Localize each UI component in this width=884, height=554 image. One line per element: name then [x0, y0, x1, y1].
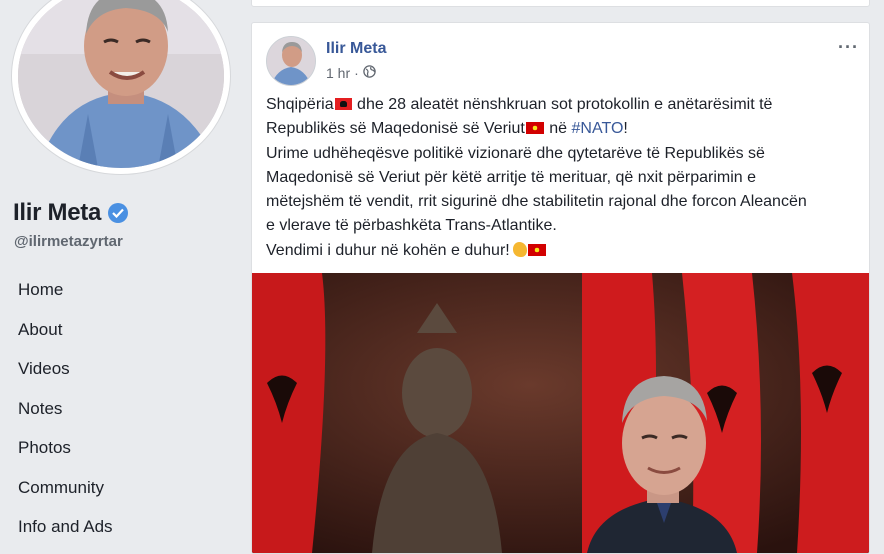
globe-icon[interactable] — [363, 65, 376, 81]
post-photo[interactable] — [252, 273, 869, 553]
clapping-hands-icon — [512, 241, 527, 257]
profile-photo — [18, 0, 224, 168]
north-macedonia-flag-icon — [525, 122, 544, 135]
albania-flag-icon — [334, 98, 352, 110]
post-line: Shqipëria dhe 28 aleatët nënshkruan sot … — [266, 96, 773, 113]
post-line: mëtejshëm të vendit, rrit sigurinë dhe s… — [266, 193, 807, 211]
post-author-name[interactable]: Ilir Meta — [326, 40, 386, 58]
meta-separator: · — [354, 65, 359, 81]
page-handle[interactable]: @ilirmetazyrtar — [14, 233, 123, 250]
nav-item-notes[interactable]: Notes — [0, 389, 242, 429]
profile-portrait-illustration — [18, 0, 224, 168]
page-name-row: Ilir Meta — [13, 199, 128, 227]
post-line: e vlerave të përbashkëta Trans-Atlantike… — [266, 217, 557, 235]
more-options-icon[interactable]: ··· — [838, 37, 859, 58]
nato-hashtag-link[interactable]: #NATO — [572, 120, 624, 137]
post-line: Republikës së Maqedonisë së Veriut në #N… — [266, 120, 628, 138]
post-text: Shqipëria dhe 28 aleatët nënshkruan sot … — [266, 93, 858, 263]
page-name[interactable]: Ilir Meta — [13, 199, 101, 227]
north-macedonia-flag-icon — [527, 243, 546, 256]
verified-badge-icon — [108, 203, 128, 223]
post-card: Ilir Meta 1 hr · ··· Shqipëria dhe 28 al… — [251, 22, 870, 554]
nav-item-home[interactable]: Home — [0, 270, 242, 310]
post-line: Maqedonisë së Veriut për këtë arritje të… — [266, 168, 757, 186]
post-line: Urime udhëheqësve politikë vizionarë dhe… — [266, 144, 765, 162]
post-meta: 1 hr · — [326, 65, 376, 81]
nav-item-community[interactable]: Community — [0, 468, 242, 508]
author-avatar-image — [267, 37, 315, 85]
previous-card — [251, 0, 870, 7]
post-photo-illustration — [252, 273, 869, 553]
page-nav: Home About Videos Notes Photos Community… — [0, 270, 242, 547]
nav-item-videos[interactable]: Videos — [0, 349, 242, 389]
post-line: Vendimi i duhur në kohën e duhur! — [266, 239, 858, 263]
nav-item-info-and-ads[interactable]: Info and Ads — [0, 507, 242, 547]
nav-item-about[interactable]: About — [0, 310, 242, 350]
profile-picture[interactable] — [12, 0, 230, 174]
nav-item-photos[interactable]: Photos — [0, 428, 242, 468]
post-timestamp[interactable]: 1 hr — [326, 65, 350, 81]
author-avatar[interactable] — [266, 36, 316, 86]
page-sidebar: Ilir Meta @ilirmetazyrtar Home About Vid… — [0, 0, 242, 536]
